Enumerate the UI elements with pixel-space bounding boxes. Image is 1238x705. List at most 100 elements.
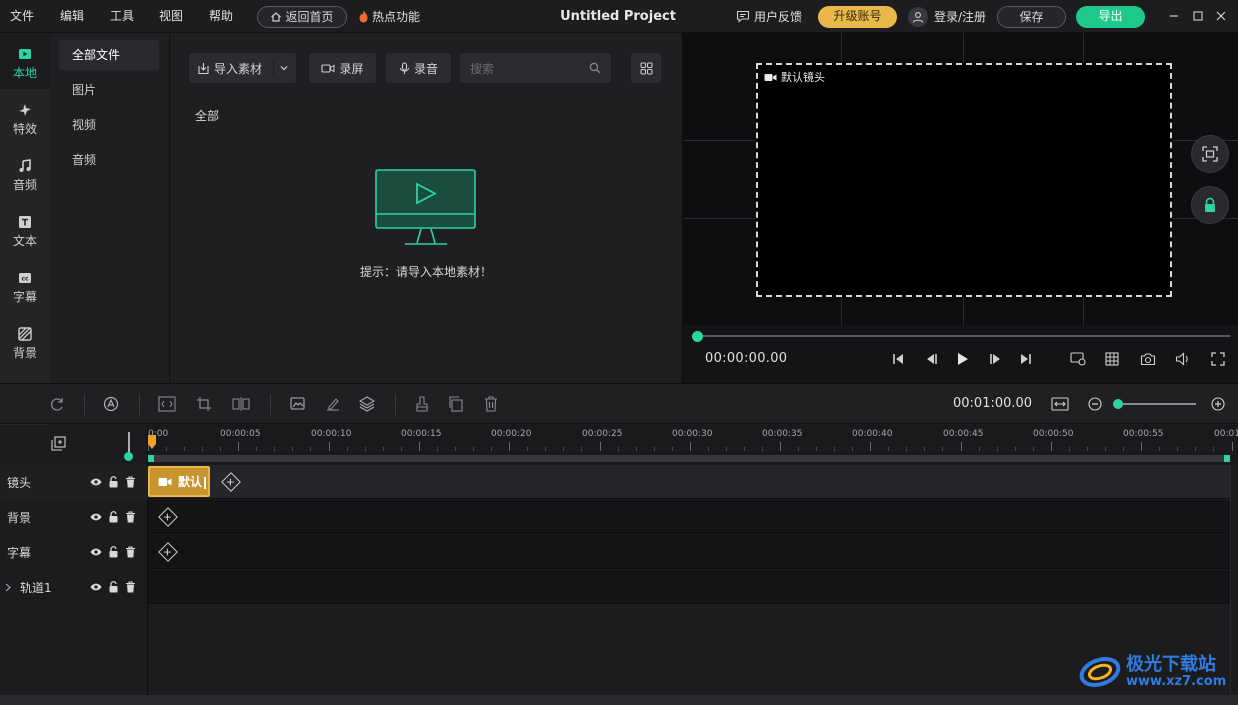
sidebar-item-audio[interactable]: 音频 <box>0 145 50 201</box>
skip-to-end-icon[interactable] <box>1016 351 1036 367</box>
vertical-scrollbar[interactable] <box>1230 465 1238 695</box>
add-subtitle-button[interactable]: + <box>158 542 178 562</box>
fullscreen-icon[interactable] <box>1208 351 1228 367</box>
sidebar-item-text[interactable]: 文本 <box>0 201 50 257</box>
category-images[interactable]: 图片 <box>59 75 159 105</box>
crop-icon[interactable] <box>195 395 213 413</box>
add-keyframe-button[interactable]: + <box>221 472 241 492</box>
chevron-right-icon[interactable] <box>5 583 11 592</box>
menu-help[interactable]: 帮助 <box>209 0 233 33</box>
search-field[interactable]: 搜索 <box>460 53 611 83</box>
sidebar-item-subtitle[interactable]: cc 字幕 <box>0 257 50 313</box>
snapshot-icon[interactable] <box>1138 351 1158 367</box>
range-end-marker[interactable] <box>1224 455 1230 462</box>
track-height-handle[interactable] <box>124 452 133 461</box>
menu-edit[interactable]: 编辑 <box>60 0 84 33</box>
picture-in-picture-icon[interactable] <box>289 395 307 413</box>
grid-view-button[interactable] <box>631 53 661 83</box>
add-track-icon[interactable] <box>51 436 66 451</box>
playback-progress-track[interactable] <box>697 335 1230 337</box>
fit-timeline-icon[interactable] <box>1051 395 1069 413</box>
unlock-icon[interactable] <box>108 476 119 488</box>
edit-icon[interactable] <box>324 395 342 413</box>
copy-icon[interactable] <box>447 395 465 413</box>
menu-file[interactable]: 文件 <box>10 0 34 33</box>
feedback-button[interactable]: 用户反馈 <box>736 0 802 33</box>
eye-icon[interactable] <box>90 582 102 592</box>
close-icon[interactable] <box>1200 0 1238 32</box>
eye-icon[interactable] <box>90 477 102 487</box>
category-all-files[interactable]: 全部文件 <box>59 40 159 70</box>
chevron-down-icon[interactable] <box>279 64 289 72</box>
add-background-button[interactable]: + <box>158 507 178 527</box>
layers-icon[interactable] <box>358 395 376 413</box>
trash-icon[interactable] <box>125 511 136 523</box>
unlock-icon[interactable] <box>108 546 119 558</box>
unlock-icon[interactable] <box>108 581 119 593</box>
zoom-slider-handle[interactable] <box>1113 399 1123 409</box>
timeline-range-bar[interactable] <box>148 455 1230 462</box>
sidebar-label: 文本 <box>12 234 37 248</box>
track-header-camera: 镜头 <box>0 465 148 499</box>
horizontal-scrollbar[interactable] <box>0 695 1238 705</box>
ruler-minor-tick <box>383 447 384 451</box>
user-avatar-icon <box>908 6 928 27</box>
trash-icon[interactable] <box>125 581 136 593</box>
range-start-marker[interactable] <box>148 455 154 462</box>
volume-icon[interactable] <box>1173 351 1193 367</box>
save-button[interactable]: 保存 <box>997 6 1066 28</box>
next-frame-icon[interactable] <box>986 351 1006 367</box>
redo-icon[interactable] <box>48 395 66 413</box>
import-media-button[interactable]: 导入素材 <box>189 53 296 83</box>
ruler-minor-tick <box>744 447 745 451</box>
playhead-marker[interactable] <box>148 435 156 453</box>
track-header-track1[interactable]: 轨道1 <box>0 570 148 604</box>
mirror-icon[interactable] <box>232 395 250 413</box>
home-button[interactable]: 返回首页 <box>257 6 347 28</box>
timeline-ruler[interactable]: 0:00 00:00:05 00:00:10 00:00:15 00:00:20 00:0… <box>148 425 1238 465</box>
grid-overlay-icon[interactable] <box>1102 351 1122 367</box>
trash-icon[interactable] <box>125 546 136 558</box>
timeline-clip-camera[interactable]: 默认 <box>148 466 210 497</box>
previous-frame-icon[interactable] <box>921 351 941 367</box>
clip-trim-handle[interactable] <box>204 477 206 489</box>
preview-quality-icon[interactable] <box>1068 351 1088 367</box>
track-height-slider[interactable] <box>128 432 130 454</box>
zoom-in-icon[interactable] <box>1209 395 1227 413</box>
record-screen-button[interactable]: 录屏 <box>309 53 376 83</box>
eye-icon[interactable] <box>90 512 102 522</box>
ruler-tick-label: 00:00:50 <box>1033 429 1074 439</box>
play-icon[interactable] <box>953 351 973 367</box>
category-audio[interactable]: 音频 <box>59 145 159 175</box>
delete-icon[interactable] <box>482 395 500 413</box>
category-videos[interactable]: 视频 <box>59 110 159 140</box>
audio-adjust-icon[interactable] <box>102 395 120 413</box>
menu-view[interactable]: 视图 <box>159 0 183 33</box>
local-media-icon <box>19 49 31 59</box>
sidebar-item-local[interactable]: 本地 <box>0 33 50 89</box>
lock-ratio-button[interactable] <box>1191 186 1229 224</box>
record-audio-button[interactable]: 录音 <box>386 53 451 83</box>
ruler-minor-tick <box>816 447 817 451</box>
trash-icon[interactable] <box>125 476 136 488</box>
export-button[interactable]: 导出 <box>1076 6 1145 28</box>
zoom-out-icon[interactable] <box>1086 395 1104 413</box>
upgrade-account-button[interactable]: 升级账号 <box>818 6 897 28</box>
brush-icon[interactable] <box>413 395 431 413</box>
sidebar-item-background[interactable]: 背景 <box>0 313 50 369</box>
skip-to-start-icon[interactable] <box>888 351 908 367</box>
video-frame[interactable]: 默认镜头 <box>756 63 1172 297</box>
search-icon[interactable] <box>589 62 601 74</box>
sidebar-item-effects[interactable]: 特效 <box>0 89 50 145</box>
zoom-slider-track[interactable] <box>1117 403 1196 405</box>
eye-icon[interactable] <box>90 547 102 557</box>
split-clip-icon[interactable] <box>158 395 176 413</box>
menu-tools[interactable]: 工具 <box>110 0 134 33</box>
preview-canvas-area: 默认镜头 <box>683 33 1238 325</box>
fit-screen-button[interactable] <box>1191 135 1229 173</box>
hot-features-button[interactable]: 热点功能 <box>358 0 420 33</box>
playback-progress-handle[interactable] <box>692 331 703 342</box>
login-button[interactable]: 登录/注册 <box>908 0 986 33</box>
unlock-icon[interactable] <box>108 511 119 523</box>
ruler-minor-tick <box>365 447 366 451</box>
